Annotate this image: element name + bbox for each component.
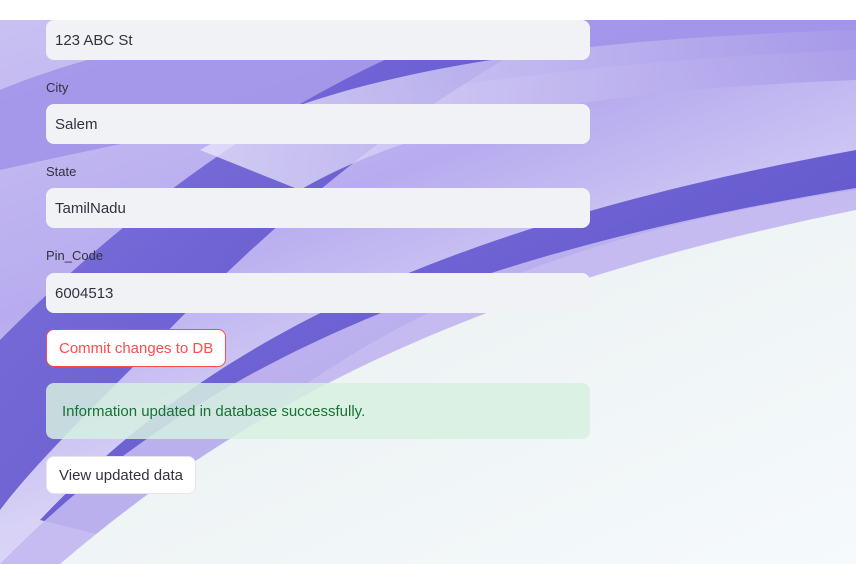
state-label: State (46, 164, 77, 179)
city-input[interactable] (46, 104, 590, 144)
top-bar (0, 0, 856, 20)
view-updated-data-button[interactable]: View updated data (46, 456, 196, 494)
success-message: Information updated in database successf… (62, 402, 366, 420)
commit-changes-button[interactable]: Commit changes to DB (46, 329, 227, 367)
pin-code-input[interactable] (46, 273, 590, 313)
state-input[interactable] (46, 188, 590, 228)
city-label: City (46, 80, 69, 95)
pin-code-label: Pin_Code (46, 248, 104, 263)
address-input[interactable] (46, 20, 590, 60)
success-alert: Information updated in database successf… (46, 383, 590, 439)
